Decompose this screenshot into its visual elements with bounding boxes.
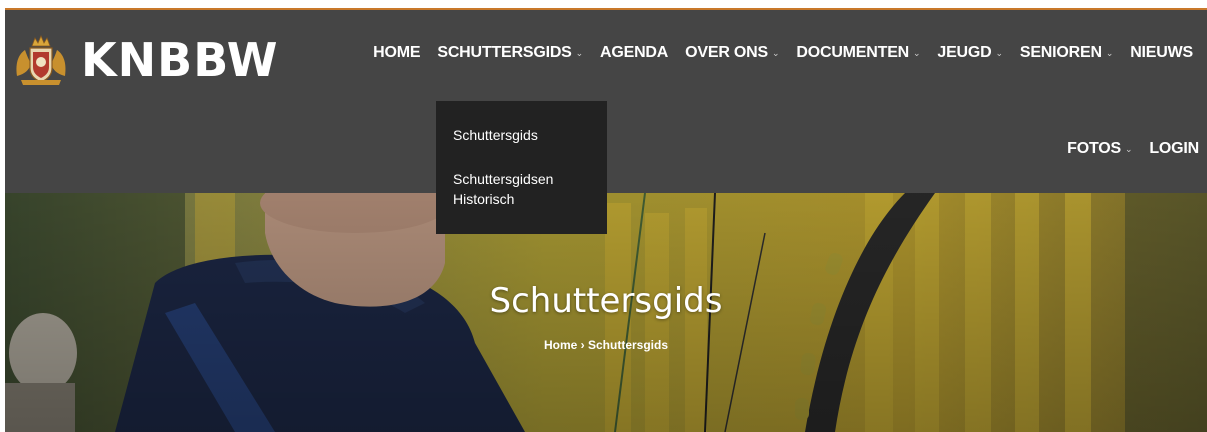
main-nav-row2: FOTOS ⌄ LOGIN — [1050, 140, 1199, 158]
chevron-down-icon: ⌄ — [772, 47, 780, 58]
nav-item-jeugd[interactable]: JEUGD ⌄ — [937, 44, 1004, 62]
nav-item-login[interactable]: LOGIN — [1149, 140, 1199, 158]
nav-item-label: JEUGD — [937, 44, 992, 61]
nav-item-over-ons[interactable]: OVER ONS ⌄ — [685, 44, 779, 62]
page-title: Schuttersgids — [489, 281, 723, 321]
breadcrumb: Home › Schuttersgids — [5, 338, 1207, 352]
page-frame: KNBBW HOME SCHUTTERSGIDS ⌄ AGENDA OVER ONS ⌄ D… — [5, 8, 1207, 432]
logo-text: KNBBW — [81, 33, 279, 87]
chevron-down-icon: ⌄ — [995, 47, 1004, 58]
crest-emblem-icon — [16, 34, 66, 85]
nav-item-label: SCHUTTERSGIDS — [437, 44, 572, 61]
breadcrumb-current: Schuttersgids — [588, 338, 669, 352]
chevron-down-icon: ⌄ — [1105, 47, 1114, 58]
accent-top-line — [5, 8, 1207, 10]
schuttersgids-dropdown-menu: Schuttersgids Schuttersgidsen Historisch — [436, 101, 607, 234]
nav-item-label: SENIOREN — [1019, 44, 1102, 61]
nav-item-schuttersgids[interactable]: SCHUTTERSGIDS ⌄ — [437, 44, 583, 62]
chevron-down-icon: ⌄ — [575, 47, 584, 58]
breadcrumb-separator: › — [580, 338, 585, 352]
nav-item-label: OVER ONS — [685, 44, 769, 61]
nav-item-label: HOME — [373, 44, 421, 61]
chevron-down-icon: ⌄ — [1124, 143, 1133, 154]
nav-item-label: AGENDA — [600, 44, 669, 61]
nav-item-label: LOGIN — [1149, 140, 1199, 157]
chevron-down-icon: ⌄ — [913, 47, 921, 58]
nav-item-home[interactable]: HOME — [373, 44, 420, 62]
nav-item-label: DOCUMENTEN — [796, 44, 910, 61]
nav-item-documenten[interactable]: DOCUMENTEN ⌄ — [796, 44, 920, 62]
nav-item-nieuws[interactable]: NIEUWS — [1130, 44, 1193, 62]
breadcrumb-home-link[interactable]: Home — [544, 338, 577, 352]
nav-item-senioren[interactable]: SENIOREN ⌄ — [1019, 44, 1114, 62]
main-nav: HOME SCHUTTERSGIDS ⌄ AGENDA OVER ONS ⌄ DOCUMEN… — [356, 44, 1193, 62]
site-logo[interactable]: KNBBW — [13, 32, 279, 88]
nav-item-label: NIEUWS — [1130, 44, 1193, 61]
nav-item-agenda[interactable]: AGENDA — [600, 44, 668, 62]
dropdown-item-schuttersgidsen-historisch[interactable]: Schuttersgidsen Historisch — [453, 169, 593, 209]
nav-item-label: FOTOS — [1067, 140, 1121, 157]
dropdown-item-schuttersgids[interactable]: Schuttersgids — [453, 125, 593, 145]
nav-item-fotos[interactable]: FOTOS ⌄ — [1067, 140, 1132, 158]
